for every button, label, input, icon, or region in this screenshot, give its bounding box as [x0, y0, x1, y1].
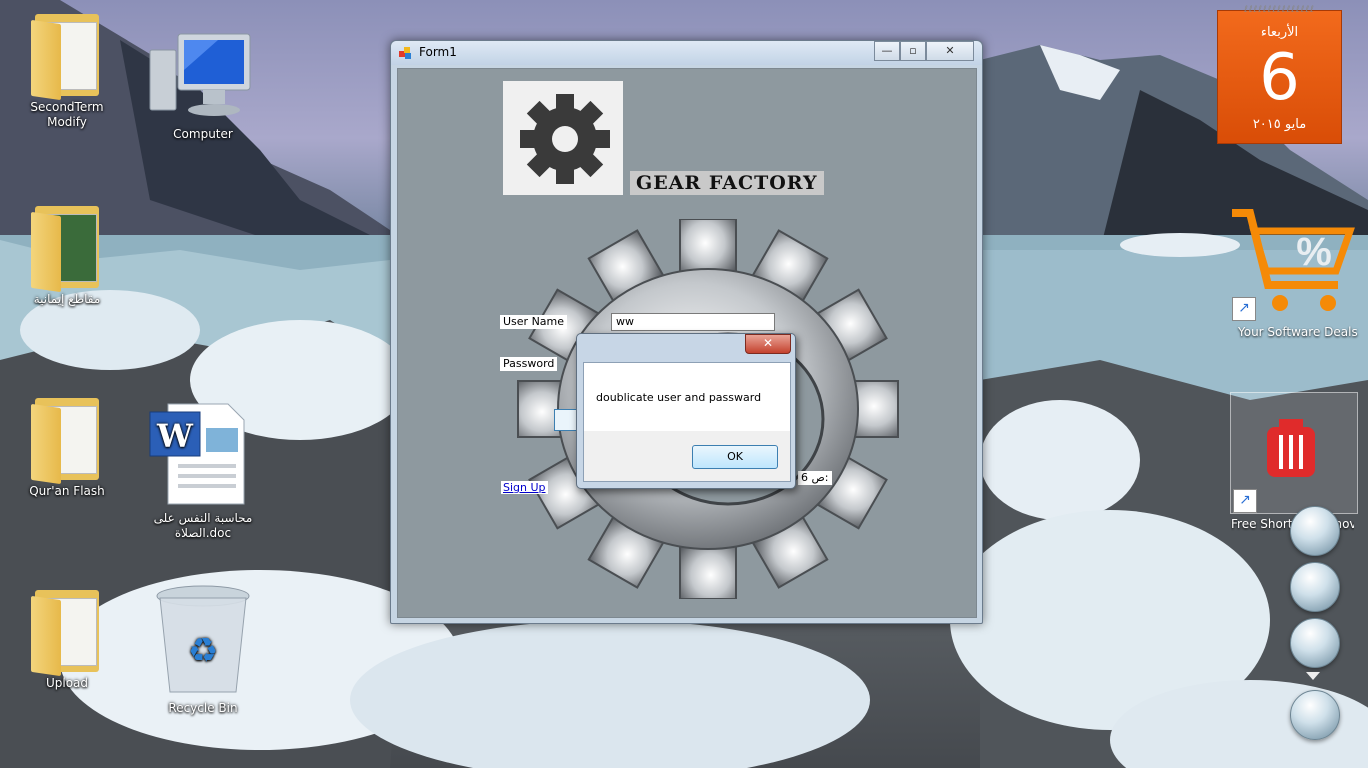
gadget-scroll-arrow-icon[interactable]: [1306, 672, 1320, 680]
desktop-icon-secondterm-modify[interactable]: SecondTerm Modify: [12, 8, 122, 130]
window-titlebar[interactable]: Form1 — ▫ ✕: [391, 41, 982, 65]
desktop-icon-quran-flash[interactable]: Qur'an Flash: [12, 392, 122, 499]
maximize-button[interactable]: ▫: [900, 41, 926, 61]
desktop-icon-recycle-bin[interactable]: ♻ Recycle Bin: [148, 584, 258, 716]
desktop-icon-computer[interactable]: Computer: [148, 30, 258, 142]
login-button-partial[interactable]: [554, 409, 578, 431]
shortcut-your-software-deals[interactable]: % ↗ Your Software Deals: [1228, 205, 1363, 345]
dialog-footer: OK: [584, 431, 790, 481]
folder-icon: [31, 392, 103, 485]
desktop-icon-upload[interactable]: Upload: [12, 584, 122, 691]
shortcut-free-shortcut-remover[interactable]: ↗: [1230, 392, 1358, 514]
ok-button[interactable]: OK: [692, 445, 778, 469]
minimize-button[interactable]: —: [874, 41, 900, 61]
desktop-icon-label: Computer: [173, 127, 233, 141]
desktop-icon-word-document[interactable]: W محاسبة النفس على الصلاة.doc: [148, 402, 258, 541]
shortcut-arrow-icon: ↗: [1233, 489, 1257, 513]
trash-can-icon: [1267, 419, 1315, 477]
gadget-orb-pictures-icon[interactable]: [1290, 562, 1340, 612]
gadget-orb-tools-icon[interactable]: [1290, 506, 1340, 556]
word-document-icon: W: [149, 403, 245, 505]
recycle-bin-icon: ♻: [156, 585, 250, 693]
computer-icon: [149, 33, 251, 116]
desktop-icon-islamic-clips[interactable]: مقاطع إيمانية: [12, 200, 122, 307]
desktop-icon-label: Qur'an Flash: [29, 484, 105, 498]
calendar-rings: ℓℓℓℓℓℓℓℓℓℓℓℓℓℓℓ: [1244, 5, 1315, 15]
folder-icon: [31, 200, 103, 293]
shortcut-arrow-icon: ↗: [1232, 297, 1256, 321]
duplicate-user-dialog: ✕ doublicate user and passward OK: [576, 333, 796, 489]
svg-text:♻: ♻: [188, 631, 218, 671]
desktop-icon-label: مقاطع إيمانية: [33, 292, 101, 306]
window-title: Form1: [419, 45, 457, 59]
calendar-day-number: 6: [1259, 41, 1300, 115]
form1-window: Form1 — ▫ ✕ GEAR FACTORY User Name ww Pa…: [390, 40, 983, 624]
calendar-weekday: الأربعاء: [1260, 25, 1299, 40]
signup-link[interactable]: Sign Up: [501, 481, 548, 494]
dialog-message: doublicate user and passward: [596, 391, 762, 404]
dialog-close-button[interactable]: ✕: [745, 334, 791, 354]
calendar-month-year: مايو ٢٠١٥: [1252, 117, 1307, 132]
brand-title: GEAR FACTORY: [630, 171, 824, 195]
gear-logo: [503, 81, 623, 195]
desktop-icon-label: SecondTerm Modify: [30, 100, 104, 129]
desktop-icon-label: Recycle Bin: [168, 701, 238, 715]
folder-icon: [31, 8, 103, 101]
dialog-body: doublicate user and passward OK: [583, 362, 791, 482]
username-label: User Name: [500, 315, 568, 329]
password-label: Password: [500, 357, 558, 371]
desktop-icon-label: Upload: [45, 676, 89, 690]
calendar-gadget[interactable]: ℓℓℓℓℓℓℓℓℓℓℓℓℓℓℓ الأربعاء 6 مايو ٢٠١٥: [1217, 5, 1342, 144]
svg-text:%: %: [1296, 230, 1332, 274]
gadget-orb-document-icon[interactable]: [1290, 618, 1340, 668]
svg-text:W: W: [156, 417, 194, 455]
desktop-icon-label: محاسبة النفس على الصلاة.doc: [153, 511, 253, 540]
folder-icon: [31, 584, 103, 677]
app-icon: [399, 47, 411, 59]
time-label-partial: ص 6:: [798, 471, 832, 485]
close-button[interactable]: ✕: [926, 41, 974, 61]
gear-icon: [520, 94, 610, 184]
shortcut-label: Your Software Deals: [1238, 325, 1358, 339]
username-input[interactable]: ww: [611, 313, 775, 331]
gadget-orb-notes-icon[interactable]: [1290, 690, 1340, 740]
